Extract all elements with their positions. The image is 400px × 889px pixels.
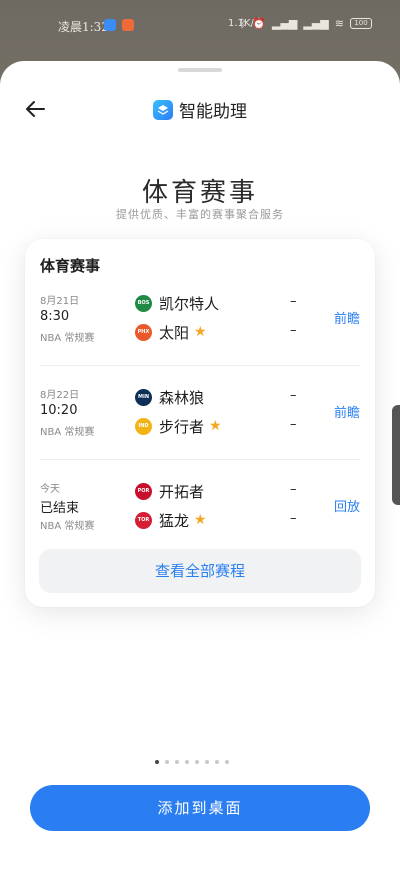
team-name: 开拓者 — [159, 482, 205, 501]
match-time: 10:20 — [40, 403, 78, 418]
signal-icon: ▂▄▆ — [272, 17, 298, 30]
signal-icon: ▂▄▆ — [303, 17, 329, 30]
sports-widget-card[interactable]: 体育赛事 8月21日 8:30 NBA 常规赛 BOS 凯尔特人 PHX 太阳 … — [25, 239, 375, 607]
bluetooth-icon: ᛒ — [239, 17, 247, 30]
page-dot[interactable] — [215, 760, 219, 764]
team-row: PHX 太阳 ★ — [135, 321, 207, 343]
team-logo-icon: POR — [135, 482, 152, 500]
match-time: 8:30 — [40, 309, 70, 324]
divider — [40, 459, 360, 460]
team-row: TOR 猛龙 ★ — [135, 509, 207, 531]
page-dot[interactable] — [155, 760, 159, 764]
team-score: – — [290, 417, 297, 432]
favorite-star-icon: ★ — [194, 324, 207, 340]
match-date: 8月22日 — [40, 390, 80, 401]
side-edge-handle[interactable] — [392, 405, 400, 505]
status-bar: 凌晨1:32 1.1K/s ᛒ ⏰ ▂▄▆ ▂▄▆ ≋ 100 — [0, 0, 400, 52]
bottom-sheet: 智能助理 体育赛事 提供优质、丰富的赛事聚合服务 体育赛事 8月21日 8:30… — [0, 61, 400, 889]
team-row: IND 步行者 ★ — [135, 415, 222, 437]
page-dot[interactable] — [225, 760, 229, 764]
page-dot[interactable] — [205, 760, 209, 764]
match-time: 已结束 — [40, 501, 80, 516]
page-header: 智能助理 — [0, 97, 400, 122]
page-dot[interactable] — [195, 760, 199, 764]
sheet-grabber[interactable] — [178, 68, 222, 72]
alarm-icon: ⏰ — [252, 17, 266, 30]
match-league: NBA 常规赛 — [40, 333, 95, 344]
team-name: 猛龙 — [159, 511, 190, 530]
team-row: BOS 凯尔特人 — [135, 292, 219, 314]
match-date: 8月21日 — [40, 296, 80, 307]
team-name: 凯尔特人 — [159, 294, 220, 313]
match-league: NBA 常规赛 — [40, 427, 95, 438]
favorite-star-icon: ★ — [209, 418, 222, 434]
team-score: – — [290, 388, 297, 403]
app-notification-icon — [104, 19, 116, 31]
team-logo-icon: IND — [135, 417, 152, 435]
hero-subtitle: 提供优质、丰富的赛事聚合服务 — [116, 208, 284, 221]
match-row[interactable]: 8月21日 8:30 NBA 常规赛 BOS 凯尔特人 PHX 太阳 ★ – –… — [25, 292, 375, 372]
favorite-star-icon: ★ — [194, 512, 207, 528]
card-title: 体育赛事 — [40, 257, 101, 275]
battery-icon: 100 — [350, 18, 372, 29]
team-row: MIN 森林狼 — [135, 386, 204, 408]
wifi-icon: ≋ — [334, 17, 344, 30]
team-logo-icon: MIN — [135, 388, 152, 406]
team-score: – — [290, 482, 297, 497]
team-score: – — [290, 294, 297, 309]
match-date: 今天 — [40, 484, 60, 495]
preview-link[interactable]: 前瞻 — [334, 402, 360, 421]
app-notification-icon — [122, 19, 134, 31]
team-row: POR 开拓者 — [135, 480, 204, 502]
page-dot[interactable] — [165, 760, 169, 764]
team-logo-icon: TOR — [135, 511, 152, 529]
team-name: 太阳 — [159, 323, 190, 342]
page-dot[interactable] — [185, 760, 189, 764]
page-dot[interactable] — [175, 760, 179, 764]
status-time: 凌晨1:32 — [58, 20, 109, 34]
team-name: 森林狼 — [159, 388, 205, 407]
team-name: 步行者 — [159, 417, 205, 436]
page-indicator — [155, 760, 229, 764]
add-to-desktop-button[interactable]: 添加到桌面 — [30, 785, 370, 831]
team-score: – — [290, 323, 297, 338]
status-icons: ᛒ ⏰ ▂▄▆ ▂▄▆ ≋ 100 — [240, 17, 372, 30]
match-league: NBA 常规赛 — [40, 521, 95, 532]
view-all-schedule-button[interactable]: 查看全部赛程 — [39, 549, 361, 593]
match-row[interactable]: 今天 已结束 NBA 常规赛 POR 开拓者 TOR 猛龙 ★ – – 回放 — [25, 480, 375, 560]
match-row[interactable]: 8月22日 10:20 NBA 常规赛 MIN 森林狼 IND 步行者 ★ – … — [25, 386, 375, 466]
team-logo-icon: BOS — [135, 294, 152, 312]
divider — [40, 365, 360, 366]
page-title: 智能助理 — [179, 102, 247, 122]
hero-title: 体育赛事 — [141, 178, 258, 208]
assistant-logo-icon — [153, 99, 173, 120]
preview-link[interactable]: 前瞻 — [334, 308, 360, 327]
replay-link[interactable]: 回放 — [334, 496, 360, 515]
team-logo-icon: PHX — [135, 323, 152, 341]
team-score: – — [290, 511, 297, 526]
